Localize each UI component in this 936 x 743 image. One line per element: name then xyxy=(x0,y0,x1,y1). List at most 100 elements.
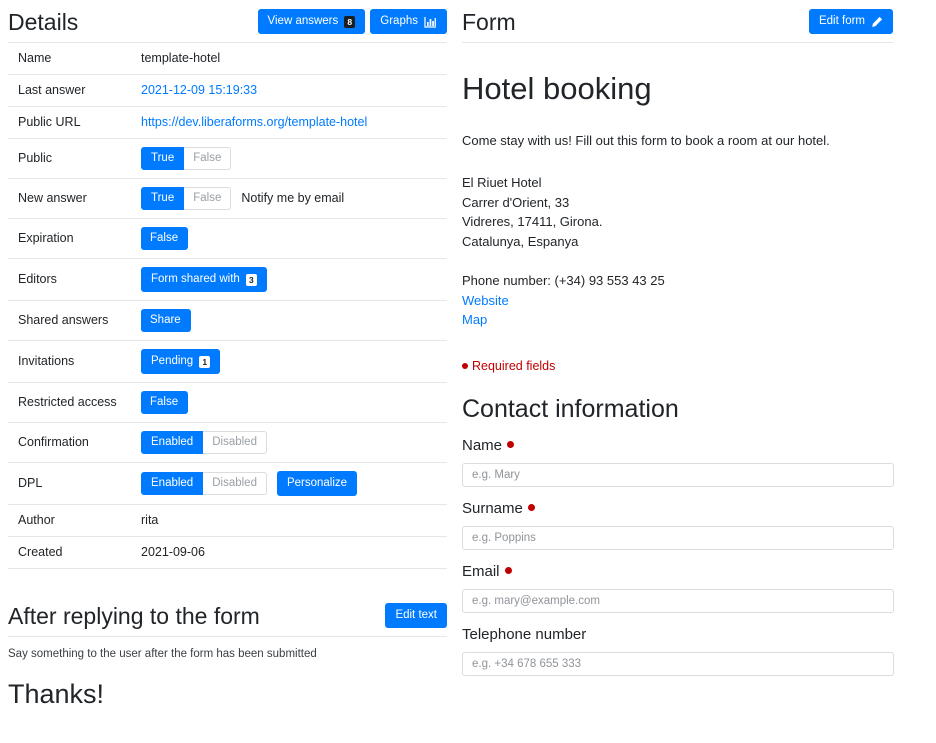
form-field-label: Name xyxy=(462,437,893,455)
detail-link[interactable]: 2021-12-09 15:19:33 xyxy=(141,83,257,97)
detail-button[interactable]: Share xyxy=(141,309,191,332)
detail-key: Name xyxy=(8,43,141,75)
hotel-form-title: Hotel booking xyxy=(462,71,652,106)
detail-link[interactable]: https://dev.liberaforms.org/template-hot… xyxy=(141,115,367,129)
form-title-heading: Form xyxy=(462,9,516,35)
form-field-input[interactable] xyxy=(462,651,894,676)
detail-value: 2021-09-06 xyxy=(141,536,447,569)
details-column: Details View answers 8 Graphs Name templ… xyxy=(0,0,455,743)
map-link[interactable]: Map xyxy=(462,310,893,330)
detail-badge-label: Form shared with xyxy=(151,273,240,285)
form-field-input[interactable] xyxy=(462,462,894,487)
after-reply-message: Thanks! xyxy=(8,679,105,709)
detail-value: True False Notify me by email xyxy=(141,178,447,219)
address-gap xyxy=(462,252,893,271)
form-field-label-text: Name xyxy=(462,436,503,454)
form-field-label: Email xyxy=(462,563,893,581)
detail-value: 2021-12-09 15:19:33 xyxy=(141,74,447,107)
detail-toggle-cell: True False Notify me by email xyxy=(141,187,443,210)
address-line: Catalunya, Espanya xyxy=(462,234,579,250)
edit-form-button[interactable]: Edit form xyxy=(808,9,893,34)
toggle-option-off[interactable]: False xyxy=(184,147,232,170)
phone-number: Phone number: (+34) 93 553 43 25 xyxy=(462,272,665,288)
table-row: Editors Form shared with 3 xyxy=(8,258,447,301)
detail-key: Created xyxy=(8,536,141,569)
table-row: Public URL https://dev.liberaforms.org/te… xyxy=(8,106,447,139)
detail-single-button-group: Share xyxy=(141,309,191,332)
detail-toggle-group: True False xyxy=(141,147,232,170)
detail-value: Enabled Disabled Personalize xyxy=(141,462,447,505)
edit-form-label: Edit form xyxy=(818,15,865,27)
table-row: DPL Enabled Disabled Personalize xyxy=(8,462,447,505)
detail-key: Public URL xyxy=(8,106,141,139)
personalize-button[interactable]: Personalize xyxy=(276,471,358,496)
table-row: Confirmation Enabled Disabled xyxy=(8,422,447,463)
website-link[interactable]: Website xyxy=(462,291,893,311)
detail-value: True False xyxy=(141,138,447,179)
page-root: Details View answers 8 Graphs Name templ… xyxy=(0,0,936,743)
toggle-option-on[interactable]: True xyxy=(141,187,185,210)
form-header: Form Edit form xyxy=(462,0,893,43)
form-field-input[interactable] xyxy=(462,525,894,550)
hotel-form-intro: Come stay with us! Fill out this form to… xyxy=(462,133,830,148)
detail-value: rita xyxy=(141,504,447,537)
detail-value: False xyxy=(141,382,447,423)
detail-value: Form shared with 3 xyxy=(141,258,447,301)
required-dot-icon xyxy=(504,567,512,575)
detail-value: Share xyxy=(141,300,447,341)
details-header: Details View answers 8 Graphs xyxy=(8,0,447,43)
toggle-option-off[interactable]: Disabled xyxy=(203,431,267,454)
detail-badge-count: 1 xyxy=(199,355,211,368)
detail-toggle-group: True False xyxy=(141,187,232,210)
toggle-option-on[interactable]: True xyxy=(141,147,185,170)
graphs-button[interactable]: Graphs xyxy=(370,9,447,34)
edit-text-label: Edit text xyxy=(395,609,437,621)
details-table-body: Name template-hotel Last answer 2021-12-09 … xyxy=(8,43,447,569)
detail-key: Last answer xyxy=(8,74,141,107)
after-reply-title: After replying to the form xyxy=(8,603,260,629)
details-title: Details xyxy=(8,9,79,35)
view-answers-button[interactable]: View answers 8 xyxy=(257,9,366,34)
detail-key: New answer xyxy=(8,178,141,219)
form-field-input[interactable] xyxy=(462,588,894,613)
table-row: New answer True False Notify me by email xyxy=(8,178,447,219)
edit-text-button[interactable]: Edit text xyxy=(385,603,447,628)
detail-value: https://dev.liberaforms.org/template-hot… xyxy=(141,106,447,139)
after-reply-header: After replying to the form Edit text xyxy=(8,594,447,637)
after-reply-actions: Edit text xyxy=(385,603,447,630)
detail-button[interactable]: False xyxy=(141,227,189,250)
detail-key: Shared answers xyxy=(8,300,141,341)
view-answers-count-badge: 8 xyxy=(344,15,356,28)
detail-value: False xyxy=(141,218,447,259)
table-row: Created 2021-09-06 xyxy=(8,536,447,569)
toggle-option-off[interactable]: False xyxy=(184,187,232,210)
required-fields-label: Required fields xyxy=(472,358,556,373)
detail-badge-label: Pending xyxy=(151,355,194,367)
toggle-option-on[interactable]: Enabled xyxy=(141,431,204,454)
table-row: Author rita xyxy=(8,504,447,537)
form-actions: Edit form xyxy=(808,9,893,36)
contact-information-heading: Contact information xyxy=(462,394,679,423)
form-field: Surname xyxy=(462,499,894,550)
graphs-label: Graphs xyxy=(380,15,418,27)
detail-key: Restricted access xyxy=(8,382,141,423)
table-row: Expiration False xyxy=(8,218,447,259)
toggle-note: Notify me by email xyxy=(241,191,345,205)
detail-button[interactable]: False xyxy=(141,391,189,414)
toggle-option-on[interactable]: Enabled xyxy=(141,472,204,495)
toggle-option-off[interactable]: Disabled xyxy=(203,472,267,495)
form-field: Name xyxy=(462,437,894,487)
detail-badge-button[interactable]: Pending 1 xyxy=(141,349,221,374)
form-field-label: Telephone number xyxy=(462,626,893,644)
detail-badge-button[interactable]: Form shared with 3 xyxy=(141,267,267,292)
detail-single-button-group: False xyxy=(141,227,189,250)
detail-badge-count: 3 xyxy=(245,273,257,286)
form-field-label-text: Telephone number xyxy=(462,625,587,643)
form-column: Form Edit form Hotel booking Come stay w… xyxy=(455,0,936,743)
required-dot-icon xyxy=(507,441,515,449)
form-field-label-text: Surname xyxy=(462,499,523,517)
detail-key: Invitations xyxy=(8,340,141,383)
table-row: Public True False xyxy=(8,138,447,179)
detail-toggle-cell: True False xyxy=(141,147,443,170)
